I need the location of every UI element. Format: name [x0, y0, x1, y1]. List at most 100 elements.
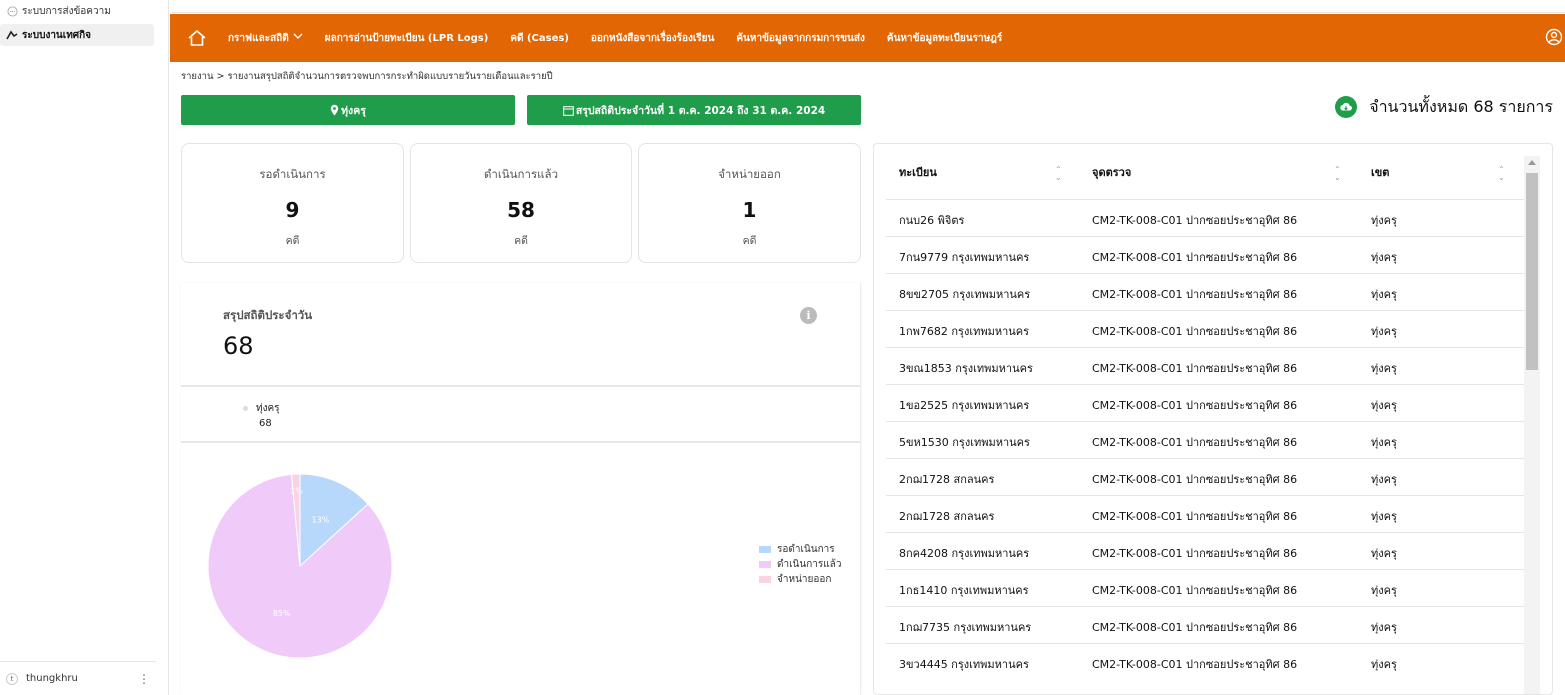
home-icon[interactable] [186, 27, 208, 49]
cases-table: ทะเบียน ⌃ ⌄ จุดตรวจ ⌃ ⌄ เขต ⌃ ⌄ กนบ26 พิจิต… [873, 143, 1553, 695]
stat-value: 1 [742, 198, 757, 222]
pie-legend-item[interactable]: ดำเนินการแล้ว [759, 557, 841, 572]
table-row[interactable]: 2กฌ1728 สกลนคร CM2-TK-008-C01 ปากซอยประชา… [886, 458, 1524, 495]
map-pin-icon [330, 104, 339, 116]
nav-dlt-search[interactable]: ค้นหาข้อมูลจากกรมการขนส่ง [736, 31, 865, 46]
pie-legend-item[interactable]: จำหน่ายออก [759, 572, 841, 587]
cell-checkpoint: CM2-TK-008-C01 ปากซอยประชาอุทิศ 86 [1092, 584, 1298, 597]
top-strip [170, 0, 1565, 13]
date-range-button[interactable]: สรุปสถิติประจำวันที่ 1 ต.ค. 2024 ถึง 31 … [527, 95, 861, 125]
district-filter-button[interactable]: ทุ่งครุ [181, 95, 515, 125]
user-account-icon[interactable] [1545, 28, 1563, 46]
nav-cases[interactable]: คดี (Cases) [510, 31, 569, 46]
table-row[interactable]: 3ขณ1853 กรุงเทพมหานคร CM2-TK-008-C01 ปากซ… [886, 347, 1524, 384]
calendar-icon [563, 105, 574, 116]
info-icon[interactable]: i [800, 307, 817, 324]
table-row[interactable]: 1กฌ7735 กรุงเทพมหานคร CM2-TK-008-C01 ปากซ… [886, 606, 1524, 643]
district-filter-label: ทุ่งครุ [341, 104, 366, 117]
cell-plate: 2กฌ1728 สกลนคร [899, 473, 995, 486]
table-row[interactable]: 5ขห1530 กรุงเทพมหานคร CM2-TK-008-C01 ปากซ… [886, 421, 1524, 458]
stat-value: 9 [285, 198, 300, 222]
cell-checkpoint: CM2-TK-008-C01 ปากซอยประชาอุทิศ 86 [1092, 214, 1298, 227]
cell-plate: 2กฌ1728 สกลนคร [899, 510, 995, 523]
table-row[interactable]: 1กพ7682 กรุงเทพมหานคร CM2-TK-008-C01 ปากซ… [886, 310, 1524, 347]
table-row[interactable]: 2กฌ1728 สกลนคร CM2-TK-008-C01 ปากซอยประชา… [886, 495, 1524, 532]
nav-lpr-logs[interactable]: ผลการอ่านป้ายทะเบียน (LPR Logs) [325, 31, 489, 46]
table-row[interactable]: 3ขว4445 กรุงเทพมหานคร CM2-TK-008-C01 ปากซ… [886, 643, 1524, 680]
divider [181, 441, 860, 443]
total-count-label: จำนวนทั้งหมด 68 รายการ [1369, 96, 1553, 116]
cloud-download-icon[interactable] [1335, 96, 1358, 118]
cell-district: ทุ่งครุ [1371, 658, 1397, 671]
summary-total: 68 [223, 332, 254, 360]
table-row[interactable]: 8ขข2705 กรุงเทพมหานคร CM2-TK-008-C01 ปากซ… [886, 273, 1524, 310]
cell-district: ทุ่งครุ [1371, 510, 1397, 523]
cell-plate: 1กพ7682 กรุงเทพมหานคร [899, 325, 1030, 338]
pie-legend-item[interactable]: รอดำเนินการ [759, 542, 841, 557]
cell-district: ทุ่งครุ [1371, 288, 1397, 301]
avatar: t [6, 672, 18, 685]
cell-checkpoint: CM2-TK-008-C01 ปากซอยประชาอุทิศ 86 [1092, 510, 1298, 523]
cell-plate: 3ขว4445 กรุงเทพมหานคร [899, 658, 1029, 671]
sidebar-item-label: ระบบการส่งข้อความ [22, 5, 111, 17]
stat-value: 58 [507, 198, 535, 222]
legend-label: จำหน่ายออก [777, 574, 832, 585]
sidebar-item-label: ระบบงานเทศกิจ [22, 29, 92, 41]
legend-swatch [759, 546, 771, 553]
nav-issue-letter[interactable]: ออกหนังสือจากเรื่องร้องเรียน [591, 31, 714, 46]
district-legend: ทุ่งครุ 68 [243, 401, 280, 429]
nav-label: ค้นหาข้อมูลจากกรมการขนส่ง [736, 32, 865, 44]
stat-unit: คดี [514, 235, 528, 247]
stat-unit: คดี [285, 235, 300, 247]
cell-district: ทุ่งครุ [1371, 325, 1397, 338]
cell-checkpoint: CM2-TK-008-C01 ปากซอยประชาอุทิศ 86 [1092, 658, 1298, 671]
summary-title: สรุปสถิติประจำวัน [223, 308, 313, 322]
sidebar-item-messaging[interactable]: ระบบการส่งข้อความ [0, 0, 168, 22]
district-legend-label: ทุ่งครุ [256, 403, 280, 414]
legend-dot [243, 405, 248, 411]
sidebar-item-municipal[interactable]: ระบบงานเทศกิจ [0, 24, 154, 46]
cell-plate: 7กน9779 กรุงเทพมหานคร [899, 251, 1030, 264]
scroll-up-icon[interactable] [1528, 160, 1536, 165]
column-header-checkpoint[interactable]: จุดตรวจ [1092, 144, 1131, 199]
cell-plate: 8ขข2705 กรุงเทพมหานคร [899, 288, 1031, 301]
pie-legend: รอดำเนินการดำเนินการแล้วจำหน่ายออก [759, 542, 841, 587]
legend-label: ดำเนินการแล้ว [777, 559, 842, 570]
breadcrumb: รายงาน > รายงานสรุปสถิติจำนวนการตรวจพบกา… [181, 71, 553, 82]
chat-icon [6, 5, 18, 17]
cell-plate: 1ขอ2525 กรุงเทพมหานคร [899, 399, 1030, 412]
scrollbar-thumb[interactable] [1526, 173, 1538, 370]
divider [181, 385, 860, 387]
table-row[interactable]: 1ขอ2525 กรุงเทพมหานคร CM2-TK-008-C01 ปากซ… [886, 384, 1524, 421]
table-row[interactable]: 7กน9779 กรุงเทพมหานคร CM2-TK-008-C01 ปากซ… [886, 236, 1524, 273]
column-header-district[interactable]: เขต [1371, 144, 1389, 199]
scrollbar[interactable] [1524, 156, 1540, 694]
more-options-icon[interactable]: ⋮ [138, 672, 150, 686]
pie-data-label: 1% [290, 487, 303, 496]
stat-unit: คดี [742, 235, 757, 247]
nav-registry-search[interactable]: ค้นหาข้อมูลทะเบียนราษฎร์ [887, 31, 1002, 46]
table-row[interactable]: 8กค4208 กรุงเทพมหานคร CM2-TK-008-C01 ปากซ… [886, 532, 1524, 569]
legend-swatch [759, 561, 771, 568]
stat-card-disposed: จำหน่ายออก 1 คดี [638, 143, 861, 263]
daily-summary-card: สรุปสถิติประจำวัน 68 i ทุ่งครุ 68 13% 85%… [181, 283, 861, 695]
table-row[interactable]: กนบ26 พิจิตร CM2-TK-008-C01 ปากซอยประชาอุ… [886, 199, 1524, 236]
sidebar-user[interactable]: t thungkhru ⋮ [0, 661, 156, 695]
sort-icon[interactable]: ⌃ ⌄ [1055, 166, 1062, 182]
total-count: จำนวนทั้งหมด 68 รายการ [1335, 95, 1553, 119]
cell-checkpoint: CM2-TK-008-C01 ปากซอยประชาอุทิศ 86 [1092, 436, 1298, 449]
district-legend-value: 68 [259, 418, 272, 429]
sort-icon[interactable]: ⌃ ⌄ [1498, 166, 1505, 182]
column-header-plate[interactable]: ทะเบียน [899, 144, 937, 199]
cell-checkpoint: CM2-TK-008-C01 ปากซอยประชาอุทิศ 86 [1092, 325, 1298, 338]
sort-icon[interactable]: ⌃ ⌄ [1334, 166, 1341, 182]
cell-district: ทุ่งครุ [1371, 473, 1397, 486]
table-row[interactable]: 1กธ1410 กรุงเทพมหานคร CM2-TK-008-C01 ปากซ… [886, 569, 1524, 606]
cell-district: ทุ่งครุ [1371, 547, 1397, 560]
cell-checkpoint: CM2-TK-008-C01 ปากซอยประชาอุทิศ 86 [1092, 251, 1298, 264]
cell-district: ทุ่งครุ [1371, 584, 1397, 597]
date-range-label: สรุปสถิติประจำวันที่ 1 ต.ค. 2024 ถึง 31 … [575, 104, 826, 117]
cell-plate: 5ขห1530 กรุงเทพมหานคร [899, 436, 1030, 449]
nav-graphs-stats[interactable]: กราฟและสถิติ [228, 31, 303, 46]
legend-swatch [759, 576, 771, 583]
